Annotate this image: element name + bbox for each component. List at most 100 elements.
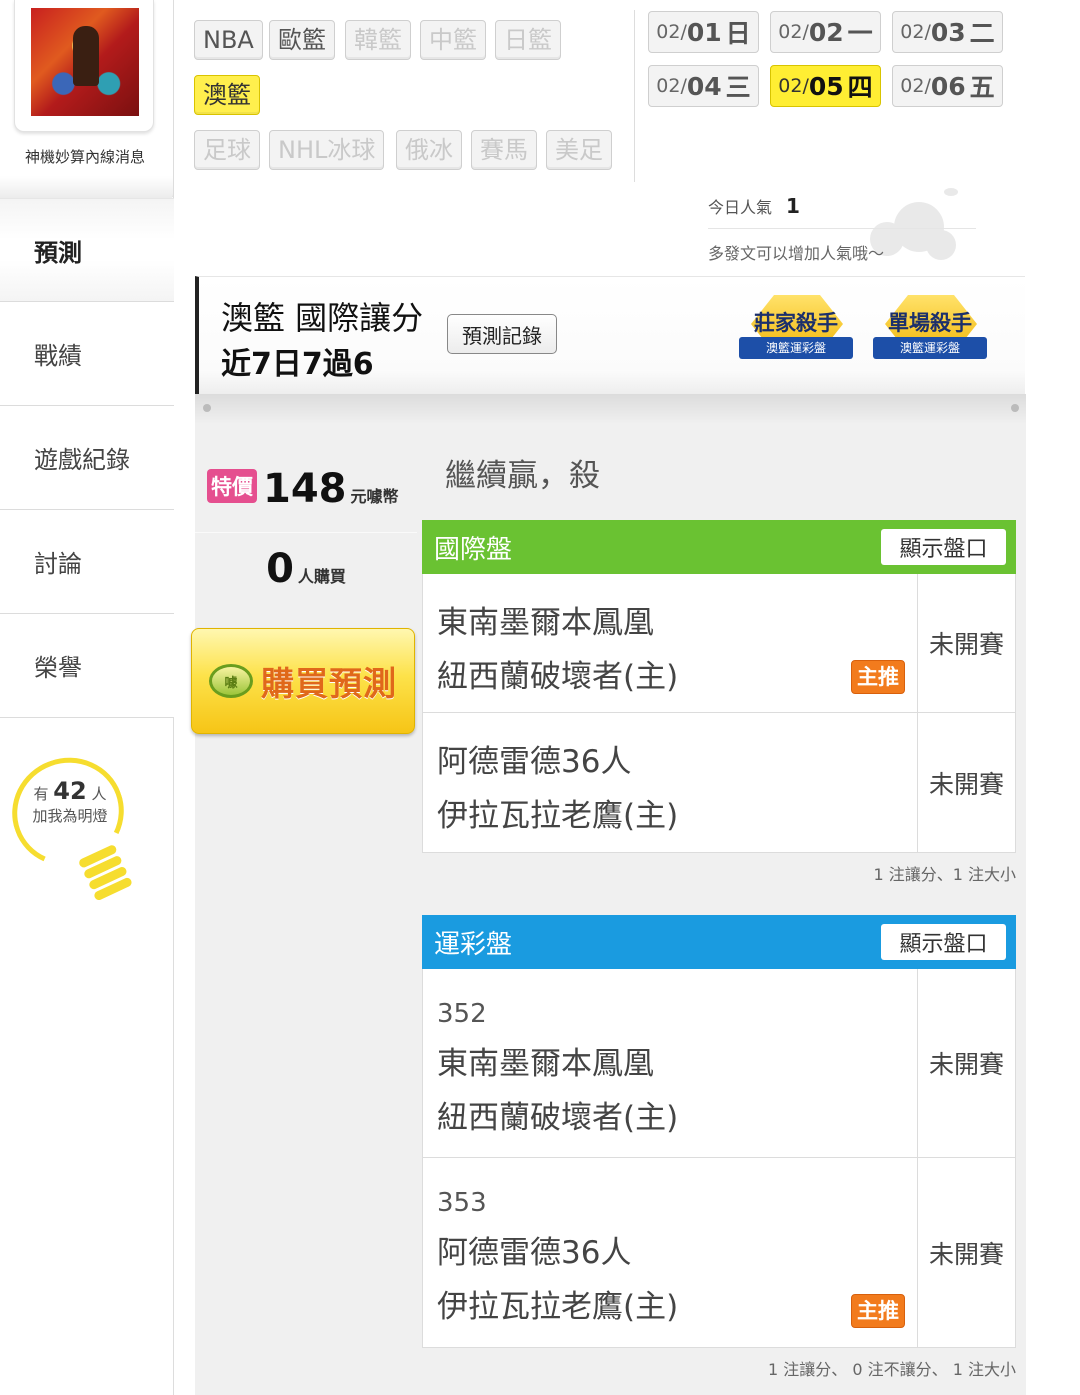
date-month: 02/ <box>656 21 687 43</box>
sidebar-item-discussion[interactable]: 討論 <box>0 510 174 614</box>
buy-prediction-label: 購買預測 <box>261 664 397 703</box>
date-month: 02/ <box>900 21 931 43</box>
date-day: 03 <box>930 17 966 47</box>
prediction-record-button[interactable]: 預測記錄 <box>447 314 557 354</box>
league-tag-china[interactable]: 中籃 <box>420 20 486 60</box>
sidebar-item-predict[interactable]: 預測 <box>0 198 174 302</box>
buyer-count-label: 人購買 <box>297 567 346 586</box>
league-tag-aus[interactable]: 澳籃 <box>194 75 260 115</box>
badge-title: 單場殺手 <box>888 311 972 335</box>
date-month: 02/ <box>778 21 809 43</box>
league-tag-korea[interactable]: 韓籃 <box>345 20 411 60</box>
coin-icon: 噱 <box>209 664 253 698</box>
date-button-0206[interactable]: 02/06 五 <box>892 65 1003 107</box>
banner-title: 澳籃 國際讓分 <box>221 299 424 337</box>
date-weekday: 二 <box>969 19 995 48</box>
avatar[interactable] <box>14 0 154 132</box>
away-team: 東南墨爾本鳳凰 <box>437 605 654 641</box>
date-day: 05 <box>808 71 844 101</box>
buy-prediction-button[interactable]: 噱 購買預測 <box>191 628 415 734</box>
date-day: 04 <box>686 71 722 101</box>
light-caption: 加我為明燈 <box>32 807 108 825</box>
odds-section-title: 國際盤 <box>434 534 513 565</box>
sidebar-item-label: 討論 <box>34 550 82 578</box>
league-tag-nba[interactable]: NBA <box>194 20 263 60</box>
sidebar-item-label: 戰績 <box>34 342 82 370</box>
sidebar-divider <box>0 176 174 198</box>
user-name[interactable]: 神機妙算內線消息 <box>0 146 170 167</box>
sidebar-item-honor[interactable]: 榮譽 <box>0 614 174 718</box>
table-row[interactable]: 352 東南墨爾本鳳凰 紐西蘭破壞者(主) 未開賽 <box>423 969 1015 1158</box>
price-currency: 元噱幣 <box>350 487 399 506</box>
date-day: 01 <box>686 17 722 47</box>
pin-icon <box>203 404 211 412</box>
bet-summary: 1 注讓分、1 注大小 <box>873 865 1016 884</box>
pin-icon <box>1011 404 1019 412</box>
home-team: 紐西蘭破壞者(主) <box>437 1100 679 1136</box>
buyer-count-value: 0 <box>266 546 294 592</box>
match-code: 352 <box>437 999 487 1029</box>
away-team: 阿德雷德36人 <box>437 744 632 780</box>
popularity-hint: 多發文可以增加人氣哦～ <box>708 244 885 263</box>
divider <box>634 10 635 182</box>
match-teams: 352 東南墨爾本鳳凰 紐西蘭破壞者(主) <box>423 969 917 1157</box>
match-status: 未開賽 <box>917 1158 1015 1347</box>
odds-header: 國際盤 顯示盤口 <box>422 520 1016 574</box>
date-button-0205[interactable]: 02/05 四 <box>770 65 881 107</box>
league-tag-euro[interactable]: 歐籃 <box>269 20 335 60</box>
date-weekday: 四 <box>847 73 873 102</box>
divider <box>708 228 976 229</box>
date-button-0202[interactable]: 02/02 一 <box>770 11 881 53</box>
sidebar-item-game-log[interactable]: 遊戲紀錄 <box>0 406 174 510</box>
light-suffix: 人 <box>91 785 107 803</box>
match-status: 未開賽 <box>917 713 1015 852</box>
match-code: 353 <box>437 1188 487 1218</box>
show-odds-button[interactable]: 顯示盤口 <box>881 529 1006 565</box>
badge-single-killer[interactable]: 單場殺手 澳籃運彩盤 <box>869 295 991 369</box>
special-price-badge: 特價 <box>207 469 257 503</box>
league-tag-soccer[interactable]: 足球 <box>194 130 260 170</box>
main-pick-badge: 主推 <box>851 1294 905 1328</box>
table-row[interactable]: 東南墨爾本鳳凰 紐西蘭破壞者(主) 主推 未開賽 <box>423 574 1015 713</box>
league-tag-khl[interactable]: 俄冰 <box>396 130 462 170</box>
odds-section-lottery: 運彩盤 顯示盤口 352 東南墨爾本鳳凰 紐西蘭破壞者(主) 未開賽 353 阿… <box>422 915 1016 1380</box>
banner-record: 近7日7過6 <box>221 347 374 382</box>
divider <box>195 532 417 533</box>
avatar-image[interactable] <box>31 8 139 116</box>
date-weekday: 日 <box>725 19 751 48</box>
popularity-value: 1 <box>786 194 800 218</box>
date-weekday: 三 <box>725 73 751 102</box>
table-row[interactable]: 阿德雷德36人 伊拉瓦拉老鷹(主) 未開賽 <box>423 713 1015 852</box>
odds-table: 東南墨爾本鳳凰 紐西蘭破壞者(主) 主推 未開賽 阿德雷德36人 伊拉瓦拉老鷹(… <box>422 574 1016 853</box>
date-button-0203[interactable]: 02/03 二 <box>892 11 1003 53</box>
date-day: 06 <box>930 71 966 101</box>
league-tag-horse[interactable]: 賽馬 <box>471 130 537 170</box>
popularity: 今日人氣 1 <box>708 194 800 218</box>
badge-banker-killer[interactable]: 莊家殺手 澳籃運彩盤 <box>735 295 857 369</box>
odds-header: 運彩盤 顯示盤口 <box>422 915 1016 969</box>
date-button-0201[interactable]: 02/01 日 <box>648 11 759 53</box>
sidebar: 神機妙算內線消息 預測 戰績 遊戲紀錄 討論 榮譽 有 42 人 加我為明燈 <box>0 0 174 1395</box>
date-month: 02/ <box>900 75 931 97</box>
light-count: 42 <box>53 777 87 805</box>
badge-ribbon: 澳籃運彩盤 <box>873 337 987 359</box>
match-teams: 東南墨爾本鳳凰 紐西蘭破壞者(主) 主推 <box>423 574 917 712</box>
odds-section-title: 運彩盤 <box>434 929 513 960</box>
sidebar-item-record[interactable]: 戰績 <box>0 302 174 406</box>
table-row[interactable]: 353 阿德雷德36人 伊拉瓦拉老鷹(主) 主推 未開賽 <box>423 1158 1015 1347</box>
date-weekday: 五 <box>969 73 995 102</box>
prediction-banner: 澳籃 國際讓分 近7日7過6 預測記錄 莊家殺手 澳籃運彩盤 單場殺手 澳籃運彩… <box>195 276 1025 394</box>
home-team: 伊拉瓦拉老鷹(主) <box>437 1289 679 1325</box>
match-teams: 阿德雷德36人 伊拉瓦拉老鷹(主) <box>423 713 917 852</box>
show-odds-button[interactable]: 顯示盤口 <box>881 924 1006 960</box>
match-status: 未開賽 <box>917 574 1015 712</box>
panel-header <box>195 394 1026 424</box>
bet-summary: 1 注讓分、 0 注不讓分、 1 注大小 <box>768 1360 1016 1379</box>
date-button-0204[interactable]: 02/04 三 <box>648 65 759 107</box>
prediction-panel: 特價 148 元噱幣 0 人購買 噱 購買預測 繼續贏，殺 國際盤 顯示盤口 東南墨爾… <box>191 394 1026 1395</box>
light-follow[interactable]: 有 42 人 加我為明燈 <box>18 777 122 827</box>
league-tag-nhl[interactable]: NHL冰球 <box>269 130 385 170</box>
league-tag-nfl[interactable]: 美足 <box>546 130 612 170</box>
side-menu: 預測 戰績 遊戲紀錄 討論 榮譽 <box>0 198 174 718</box>
league-tag-japan[interactable]: 日籃 <box>495 20 561 60</box>
